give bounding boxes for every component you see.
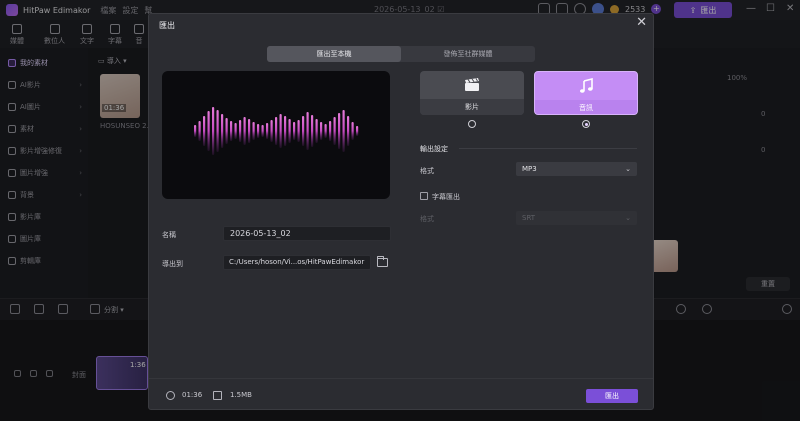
- waveform-bar: [324, 124, 327, 138]
- audio-preview: [162, 71, 390, 199]
- chevron-down-icon: ⌄: [625, 214, 631, 222]
- waveform-bar: [329, 121, 332, 141]
- waveform-bar: [261, 125, 264, 137]
- waveform-bar: [297, 120, 300, 142]
- waveform-bar: [225, 118, 228, 144]
- waveform-bar: [288, 119, 291, 143]
- waveform-bar: [194, 125, 197, 137]
- waveform-bar: [207, 111, 210, 151]
- subtitle-export-checkbox[interactable]: [420, 192, 428, 200]
- waveform-graphic: [194, 107, 359, 155]
- waveform-bar: [315, 119, 318, 143]
- dialog-footer: 01:36 1.5MB 匯出: [149, 378, 653, 410]
- waveform-bar: [311, 115, 314, 147]
- export-file-size: 1.5MB: [230, 391, 252, 399]
- type-card-label: 音訊: [535, 100, 637, 114]
- waveform-bar: [203, 116, 206, 146]
- close-icon[interactable]: ✕: [636, 16, 647, 29]
- dialog-title: 匯出: [159, 21, 175, 30]
- waveform-bar: [302, 116, 305, 146]
- subtitle-format-label: 格式: [420, 215, 434, 223]
- folder-icon[interactable]: [377, 256, 388, 267]
- export-dialog: 匯出 ✕ 匯出至本機 發佈至社群媒體 名稱 2026-05-13_02 導出到 …: [148, 13, 654, 410]
- waveform-bar: [347, 116, 350, 146]
- file-name-input[interactable]: 2026-05-13_02: [223, 226, 391, 241]
- waveform-bar: [230, 121, 233, 141]
- waveform-bar: [216, 110, 219, 152]
- waveform-bar: [234, 123, 237, 139]
- waveform-bar: [248, 119, 251, 143]
- waveform-bar: [198, 121, 201, 141]
- waveform-bar: [320, 122, 323, 140]
- output-settings-heading: 輸出設定: [420, 145, 448, 153]
- file-size-icon: [213, 391, 222, 400]
- waveform-bar: [279, 114, 282, 148]
- subtitle-format-select: SRT ⌄: [516, 211, 637, 225]
- waveform-bar: [351, 122, 354, 140]
- export-to-label: 導出到: [162, 260, 183, 268]
- waveform-bar: [239, 120, 242, 142]
- music-note-icon: [535, 72, 637, 100]
- waveform-bar: [342, 110, 345, 152]
- waveform-bar: [275, 117, 278, 145]
- waveform-bar: [212, 107, 215, 155]
- export-path-field[interactable]: C:/Users/hoson/Vi...os/HitPawEdimakor: [223, 255, 371, 270]
- waveform-bar: [293, 122, 296, 140]
- tab-export-local[interactable]: 匯出至本機: [267, 46, 401, 62]
- radio-audio[interactable]: [582, 120, 590, 128]
- waveform-bar: [284, 116, 287, 146]
- export-duration: 01:36: [182, 391, 203, 399]
- format-label: 格式: [420, 167, 434, 175]
- type-card-audio[interactable]: 音訊: [534, 71, 638, 115]
- radio-video[interactable]: [468, 120, 476, 128]
- clapperboard-icon: [420, 71, 524, 99]
- export-button[interactable]: 匯出: [586, 389, 638, 403]
- type-card-video[interactable]: 影片: [420, 71, 524, 115]
- waveform-bar: [257, 124, 260, 138]
- tab-publish-social[interactable]: 發佈至社群媒體: [401, 46, 535, 62]
- type-card-label: 影片: [420, 99, 524, 115]
- waveform-bar: [243, 117, 246, 145]
- clock-icon: [166, 391, 175, 400]
- export-destination-tabs: 匯出至本機 發佈至社群媒體: [267, 46, 535, 62]
- waveform-bar: [270, 120, 273, 142]
- subtitle-export-label: 字幕匯出: [432, 193, 460, 201]
- waveform-bar: [221, 114, 224, 148]
- waveform-bar: [266, 123, 269, 139]
- name-label: 名稱: [162, 231, 176, 239]
- waveform-bar: [333, 117, 336, 145]
- waveform-bar: [356, 126, 359, 136]
- waveform-bar: [306, 112, 309, 150]
- waveform-bar: [252, 122, 255, 140]
- format-select[interactable]: MP3 ⌄: [516, 162, 637, 176]
- divider: [459, 148, 637, 149]
- chevron-down-icon: ⌄: [625, 165, 631, 173]
- waveform-bar: [338, 113, 341, 149]
